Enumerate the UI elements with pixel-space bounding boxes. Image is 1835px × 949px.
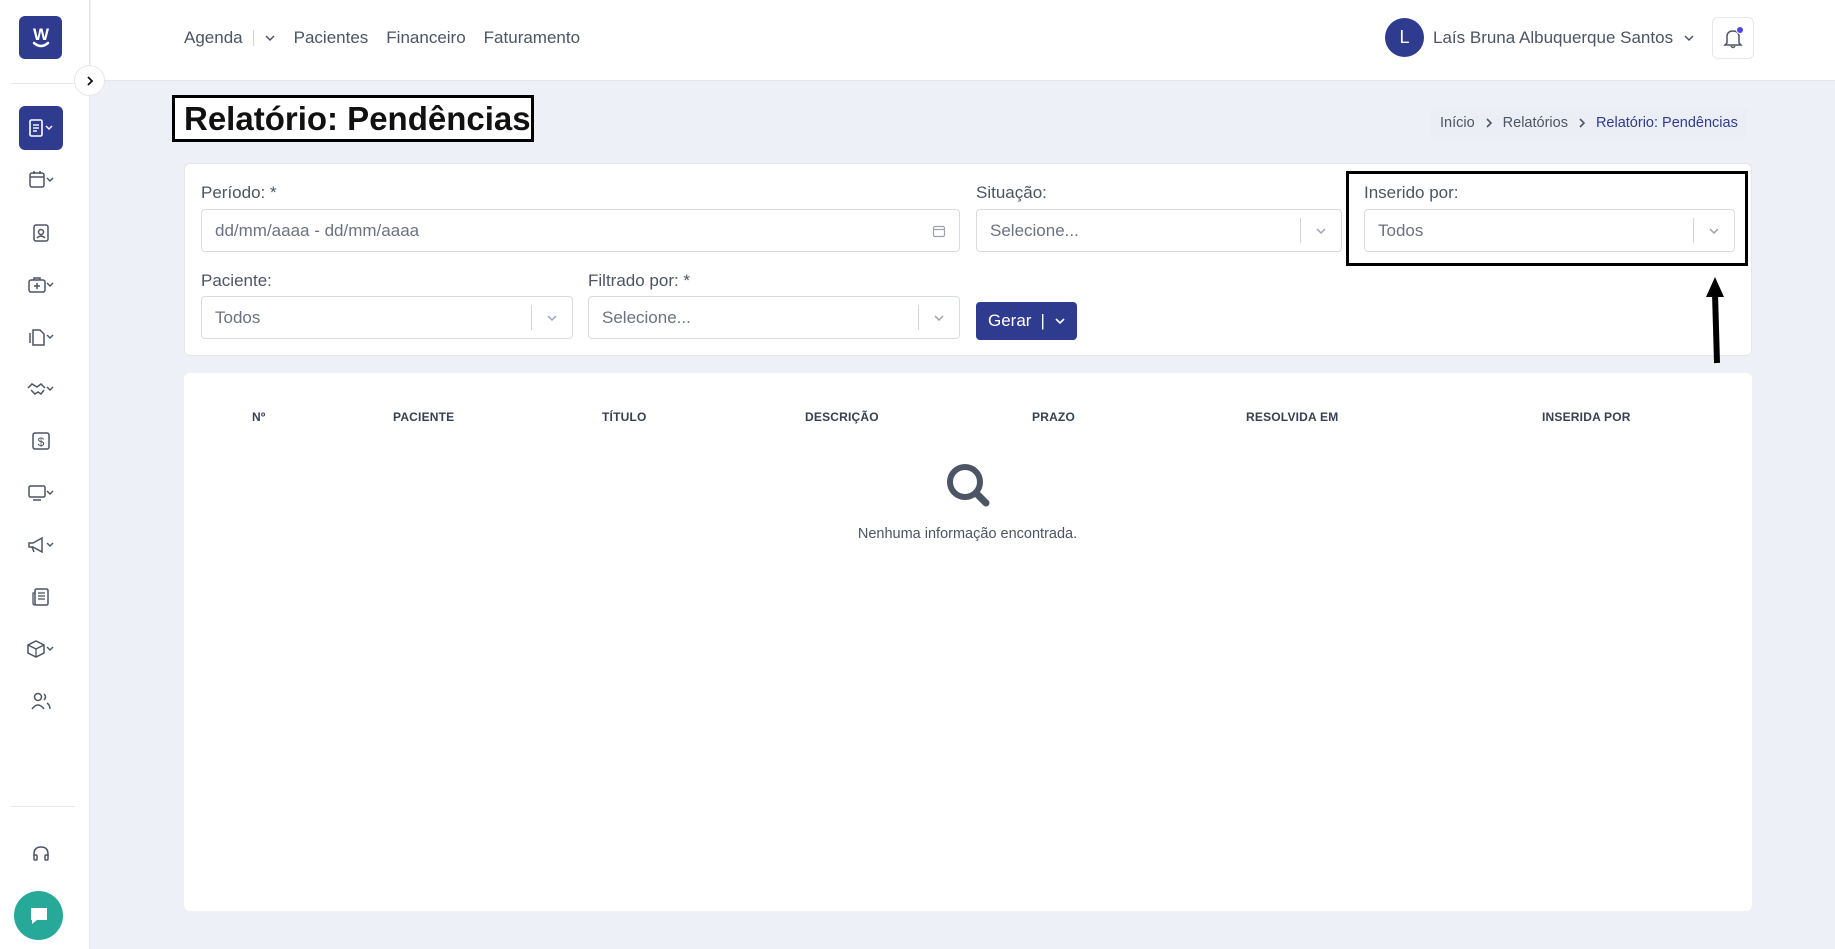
user-menu-chevron <box>1683 32 1695 44</box>
nav-pacientes[interactable]: Pacientes <box>294 28 369 48</box>
nav-agenda-dropdown[interactable] <box>264 32 276 44</box>
highlight-box <box>1346 171 1748 266</box>
paciente-select[interactable]: Todos <box>201 296 573 339</box>
column-header-descricao[interactable]: DESCRIÇÃO <box>805 410 879 424</box>
chevron-down-icon <box>265 35 275 42</box>
breadcrumb-home[interactable]: Início <box>1440 115 1475 131</box>
search-icon <box>947 464 990 507</box>
button-separator: | <box>1040 311 1045 330</box>
handshake-icon <box>27 383 54 396</box>
column-header-paciente[interactable]: PACIENTE <box>393 410 454 424</box>
users-icon <box>31 692 51 710</box>
calendar-icon <box>29 171 54 188</box>
logo-letter: W <box>32 25 49 44</box>
sidebar-item-medical[interactable] <box>19 263 63 307</box>
paciente-label: Paciente: <box>201 271 272 290</box>
chevron-right-icon <box>1577 118 1587 128</box>
chevron-down-icon <box>1301 224 1341 238</box>
newspaper-icon <box>32 588 49 606</box>
sidebar-item-finance[interactable]: $ <box>19 419 63 463</box>
breadcrumb-current: Relatório: Pendências <box>1595 115 1738 131</box>
nav-financeiro[interactable]: Financeiro <box>386 28 465 48</box>
column-header-titulo[interactable]: TÍTULO <box>602 410 647 424</box>
breadcrumb-reports[interactable]: Relatórios <box>1503 115 1568 131</box>
documents-icon <box>29 329 54 346</box>
headset-icon <box>33 846 49 861</box>
patient-badge-icon <box>33 224 49 242</box>
topbar: Agenda Pacientes Financeiro Faturamento … <box>91 0 1835 81</box>
sidebar-item-patients[interactable] <box>19 211 63 255</box>
sidebar-item-documents[interactable] <box>19 315 63 359</box>
sidebar-item-reports[interactable] <box>19 106 63 150</box>
chevron-right-icon <box>1484 118 1494 128</box>
chevron-down-icon <box>532 311 572 325</box>
chevron-down-icon <box>1684 34 1694 41</box>
report-icon <box>29 119 53 137</box>
sidebar-item-monitor[interactable] <box>19 471 63 515</box>
nav-separator <box>252 30 254 46</box>
monitor-icon <box>28 485 54 501</box>
sidebar: W $ <box>0 0 90 949</box>
gerar-label: Gerar <box>988 311 1032 330</box>
nav-faturamento[interactable]: Faturamento <box>484 28 580 48</box>
user-menu[interactable]: L Laís Bruna Albuquerque Santos <box>1385 18 1695 57</box>
periodo-field[interactable]: dd/mm/aaaa - dd/mm/aaaa <box>201 209 960 252</box>
dollar-icon: $ <box>32 432 50 450</box>
notifications-button[interactable] <box>1712 17 1754 59</box>
logo-smile-icon: W <box>32 25 49 47</box>
situacao-select[interactable]: Selecione... <box>976 209 1342 252</box>
box-icon <box>27 640 54 658</box>
chevron-down-icon <box>919 311 959 325</box>
filtrado-por-select[interactable]: Selecione... <box>588 296 960 339</box>
breadcrumb: Início Relatórios Relatório: Pendências <box>1431 107 1747 139</box>
column-header-resolvida-em[interactable]: RESOLVIDA EM <box>1246 410 1338 424</box>
sidebar-item-inventory[interactable] <box>19 627 63 671</box>
notification-dot <box>1736 26 1744 34</box>
filtrado-por-value: Selecione... <box>602 307 691 327</box>
column-header-numero[interactable]: Nº <box>252 410 265 424</box>
filtrado-por-label: Filtrado por: * <box>588 271 691 290</box>
chevron-right-icon <box>86 75 93 86</box>
annotation-arrow-icon <box>1706 277 1724 364</box>
sidebar-divider <box>11 83 75 84</box>
svg-text:$: $ <box>38 435 45 449</box>
sidebar-item-users[interactable] <box>19 679 63 723</box>
periodo-label: Período: * <box>201 183 277 202</box>
sidebar-divider <box>11 806 75 807</box>
sidebar-item-support[interactable] <box>19 832 63 876</box>
empty-message: Nenhuma informação encontrada. <box>857 526 1078 542</box>
nav-agenda[interactable]: Agenda <box>184 28 243 48</box>
gerar-button[interactable]: Gerar | <box>976 302 1077 340</box>
paciente-value: Todos <box>215 307 261 327</box>
page-title: Relatório: Pendências <box>172 95 534 142</box>
sidebar-collapse-button[interactable] <box>74 65 105 96</box>
top-nav: Agenda Pacientes Financeiro Faturamento <box>184 28 598 48</box>
calendar-small-icon <box>919 224 959 238</box>
avatar: L <box>1385 18 1424 57</box>
medical-bag-icon <box>28 277 54 293</box>
results-card <box>184 373 1752 911</box>
chevron-down-icon <box>1055 318 1065 325</box>
column-header-prazo[interactable]: PRAZO <box>1032 410 1075 424</box>
sidebar-item-calendar[interactable] <box>19 158 63 202</box>
periodo-placeholder: dd/mm/aaaa - dd/mm/aaaa <box>215 220 420 240</box>
chat-button[interactable] <box>14 891 63 940</box>
situacao-value: Selecione... <box>990 220 1079 240</box>
column-header-inserida-por[interactable]: INSERIDA POR <box>1542 410 1631 424</box>
logo[interactable]: W <box>19 16 62 59</box>
sidebar-item-news[interactable] <box>19 575 63 619</box>
situacao-label: Situação: <box>976 183 1047 202</box>
chat-icon <box>30 907 47 924</box>
sidebar-item-agreements[interactable] <box>19 367 63 411</box>
user-name: Laís Bruna Albuquerque Santos <box>1433 27 1674 47</box>
